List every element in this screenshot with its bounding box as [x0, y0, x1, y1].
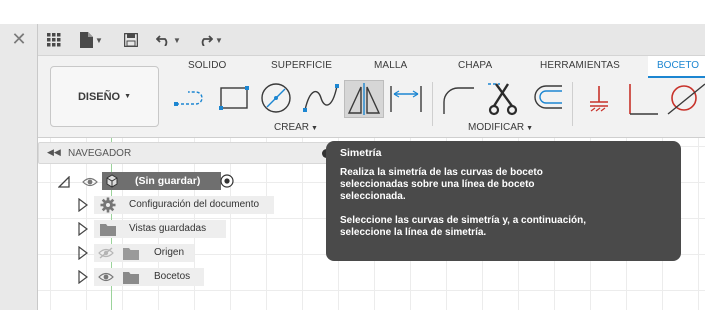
chevron-down-icon: ▼ [95, 35, 103, 45]
collapse-icon[interactable]: ◀◀ [47, 147, 61, 158]
group-label-modify[interactable]: MODIFICAR ▼ [468, 122, 533, 133]
browser-item-document-settings[interactable]: Configuración del documento [74, 196, 284, 214]
ribbon: SOLIDO SUPERFICIE MALLA CHAPA HERRAMIENT… [38, 56, 705, 138]
component-icon [106, 174, 118, 188]
rectangle-tool-icon[interactable] [218, 80, 250, 118]
expand-triangle-icon[interactable] [78, 246, 88, 260]
tab-solido[interactable]: SOLIDO [188, 60, 226, 71]
save-icon[interactable] [124, 31, 138, 49]
redo-button[interactable]: ▼ [198, 31, 223, 49]
perpendicular-constraint-icon[interactable] [624, 80, 658, 118]
create-label: CREAR [274, 122, 310, 133]
horizontal-vertical-constraint-icon[interactable] [584, 80, 614, 118]
browser-item-label: Origen [154, 247, 185, 258]
expand-triangle-icon[interactable] [78, 270, 88, 284]
chevron-down-icon: ▼ [124, 93, 132, 100]
browser-root-row[interactable]: (Sin guardar) [58, 172, 248, 190]
redo-icon [201, 35, 213, 46]
browser-item-saved-views[interactable]: Vistas guardadas [74, 220, 234, 238]
tab-superficie[interactable]: SUPERFICIE [271, 60, 332, 71]
dimension-tool-icon[interactable] [388, 80, 424, 118]
visibility-eye-icon[interactable] [98, 271, 114, 283]
browser-item-label: Configuración del documento [129, 199, 260, 210]
browser-item-sketches[interactable]: Bocetos [74, 268, 214, 286]
visibility-eye-icon[interactable] [82, 176, 98, 188]
chevron-down-icon: ▼ [215, 35, 223, 45]
ribbon-separator [572, 82, 573, 126]
folder-icon [100, 224, 116, 236]
left-strip: ✕ [0, 24, 38, 310]
tooltip-description: Realiza la simetría de las curvas de boc… [340, 167, 667, 203]
undo-button[interactable]: ▼ [156, 31, 181, 49]
tangent-constraint-icon[interactable] [666, 80, 705, 118]
navigator-title: NAVEGADOR [68, 148, 132, 159]
quick-access-toolbar: ▼ ▼ ▼ [38, 24, 705, 56]
tab-herramientas[interactable]: HERRAMIENTAS [540, 60, 620, 71]
slot-tool-icon[interactable] [174, 80, 210, 118]
tooltip-title: Simetría [340, 147, 382, 159]
workspace-dropdown[interactable]: DISEÑO ▼ [50, 66, 159, 127]
activate-radio-icon[interactable] [220, 174, 234, 188]
tab-chapa[interactable]: CHAPA [458, 60, 492, 71]
chevron-down-icon: ▼ [173, 35, 181, 45]
offset-tool-icon[interactable] [528, 80, 564, 118]
grid-menu-icon[interactable] [47, 31, 61, 49]
mirror-tool-button[interactable] [344, 80, 384, 118]
circle-tool-icon[interactable] [258, 80, 294, 118]
mirror-icon [347, 83, 381, 115]
file-menu-button[interactable]: ▼ [80, 31, 103, 49]
fillet-tool-icon[interactable] [440, 80, 476, 118]
tab-boceto[interactable]: BOCETO [648, 56, 705, 78]
workspace-label: DISEÑO [77, 90, 121, 103]
root-component-highlight[interactable]: (Sin guardar) [102, 172, 221, 190]
tab-malla[interactable]: MALLA [374, 60, 407, 71]
fusion-window: { "window": { "close_glyph": "✕" }, "too… [0, 0, 705, 310]
collapse-triangle-icon[interactable] [58, 176, 70, 188]
tooltip-instructions: Seleccione las curvas de simetría y, a c… [340, 215, 667, 239]
spline-tool-icon[interactable] [302, 80, 340, 118]
close-icon[interactable]: ✕ [10, 30, 28, 48]
folder-icon [123, 248, 139, 260]
ribbon-separator [432, 82, 433, 126]
tooltip-line: seleccione la línea de simetría. [340, 227, 487, 238]
tooltip-line: Realiza la simetría de las curvas de boc… [340, 167, 543, 178]
expand-triangle-icon[interactable] [78, 222, 88, 236]
tooltip-line: Seleccione las curvas de simetría y, a c… [340, 215, 587, 226]
hidden-eye-icon[interactable] [98, 247, 114, 259]
navigator-header[interactable]: ◀◀ NAVEGADOR [38, 142, 334, 164]
file-icon [80, 32, 93, 48]
undo-icon [156, 35, 168, 46]
tooltip-line: seleccionadas sobre una línea de boceto [340, 179, 535, 190]
chevron-down-icon: ▼ [311, 125, 318, 132]
expand-triangle-icon[interactable] [78, 198, 88, 212]
trim-tool-icon[interactable] [486, 80, 520, 118]
browser-item-label: Bocetos [154, 271, 191, 282]
group-label-create[interactable]: CREAR ▼ [274, 122, 318, 133]
root-label: (Sin guardar) [135, 175, 201, 187]
browser-item-origin[interactable]: Origen [74, 244, 204, 262]
folder-icon [123, 272, 139, 284]
browser-item-label: Vistas guardadas [129, 223, 207, 234]
chevron-down-icon: ▼ [526, 125, 534, 132]
mirror-tooltip: Simetría Realiza la simetría de las curv… [326, 141, 681, 261]
gear-icon [100, 197, 116, 213]
tooltip-line: seleccionada. [340, 191, 406, 202]
modify-label: MODIFICAR [468, 122, 525, 133]
